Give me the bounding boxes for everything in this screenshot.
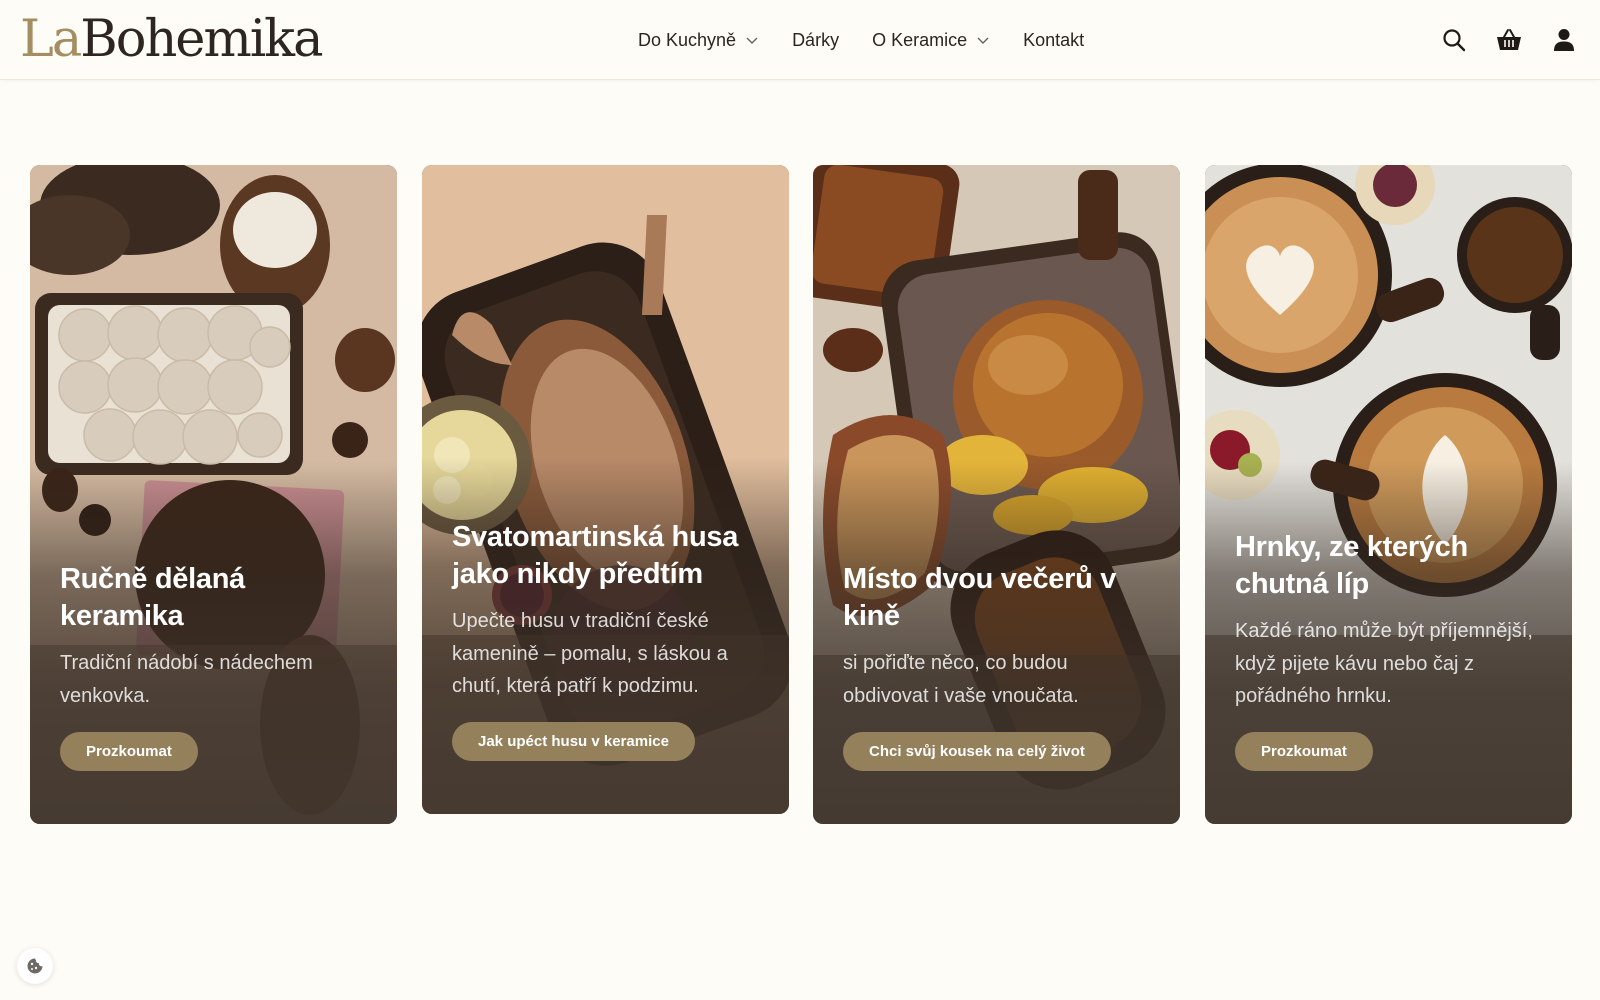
card-text: si pořiďte něco, co budou obdivovat i va… <box>843 652 1079 707</box>
logo-main: Bohemika <box>80 10 323 69</box>
card-content: Místo dvou večerů v kině si pořiďte něco… <box>843 561 1154 712</box>
card-content: Svatomartinská husa jako nikdy předtím U… <box>452 519 763 703</box>
logo-prefix: La <box>20 10 82 69</box>
nav-item-darky[interactable]: Dárky <box>792 30 839 51</box>
card-content: Ručně dělaná keramika Tradiční nádobí s … <box>60 561 371 712</box>
chevron-down-icon <box>746 37 758 44</box>
card-content: Hrnky, ze kterých chutná líp Každé ráno … <box>1235 529 1546 713</box>
basket-icon[interactable] <box>1495 26 1523 54</box>
nav-item-label: O Keramice <box>872 29 968 50</box>
nav-item-label: Kontakt <box>1023 29 1085 50</box>
main-nav: Do Kuchyně Dárky O Keramice Kontakt <box>638 26 1117 54</box>
card-overlay <box>813 165 1180 824</box>
user-icon[interactable] <box>1550 26 1578 54</box>
card-title: Svatomartinská husa jako nikdy předtím <box>452 521 739 590</box>
card-button[interactable]: Prozkoumat <box>60 732 198 771</box>
nav-item-label: Do Kuchyně <box>638 29 737 50</box>
nav-item-o-keramice[interactable]: O Keramice <box>872 30 990 51</box>
card-hrnky[interactable]: Hrnky, ze kterých chutná líp Každé ráno … <box>1205 165 1572 824</box>
nav-item-do-kuchyne[interactable]: Do Kuchyně <box>638 30 759 51</box>
logo[interactable]: LaBohemika <box>20 10 323 70</box>
card-overlay <box>422 165 789 814</box>
header-actions <box>1413 26 1578 54</box>
card-title: Hrnky, ze kterých chutná líp <box>1235 531 1468 600</box>
card-overlay <box>30 165 397 824</box>
card-rucne-delana-keramika[interactable]: Ručně dělaná keramika Tradiční nádobí s … <box>30 165 397 824</box>
cookie-settings-button[interactable] <box>17 948 53 984</box>
card-title: Ručně dělaná keramika <box>60 563 245 632</box>
card-text: Každé ráno může být příjemnější, když pi… <box>1235 620 1533 707</box>
nav-item-label: Dárky <box>792 29 840 50</box>
search-icon[interactable] <box>1440 26 1468 54</box>
site-header: LaBohemika Do Kuchyně Dárky O Keramice K… <box>0 0 1600 80</box>
card-text: Upečte husu v tradiční české kamenině – … <box>452 610 728 697</box>
chevron-down-icon <box>977 37 989 44</box>
nav-item-kontakt[interactable]: Kontakt <box>1023 30 1084 51</box>
card-overlay <box>1205 165 1572 824</box>
card-svatomartinska-husa[interactable]: Svatomartinská husa jako nikdy předtím U… <box>422 165 789 814</box>
card-title: Místo dvou večerů v kině <box>843 563 1117 632</box>
card-text: Tradiční nádobí s nádechem venkovka. <box>60 652 313 707</box>
card-misto-dvou-veceru[interactable]: Místo dvou večerů v kině si pořiďte něco… <box>813 165 1180 824</box>
card-button[interactable]: Jak upéct husu v keramice <box>452 722 695 761</box>
card-button[interactable]: Chci svůj kousek na celý život <box>843 732 1111 771</box>
feature-cards: Ručně dělaná keramika Tradiční nádobí s … <box>30 165 1572 825</box>
cookie-icon <box>27 958 43 974</box>
card-button[interactable]: Prozkoumat <box>1235 732 1373 771</box>
